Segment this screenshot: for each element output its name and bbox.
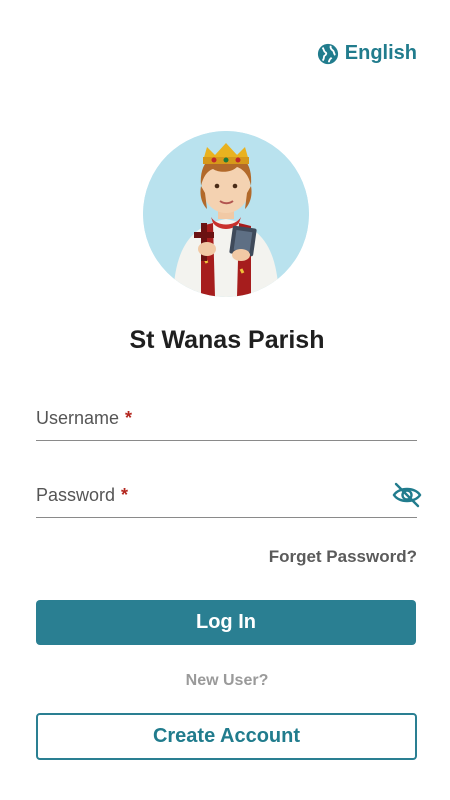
parish-avatar: [143, 131, 309, 297]
login-button[interactable]: Log In: [36, 600, 416, 645]
forgot-password-link[interactable]: Forget Password?: [269, 547, 417, 567]
password-field[interactable]: Password *: [36, 481, 422, 518]
language-selector[interactable]: English: [317, 42, 417, 65]
username-input[interactable]: [36, 404, 417, 440]
language-label: English: [344, 42, 417, 64]
parish-name: St Wanas Parish: [129, 326, 325, 354]
username-field[interactable]: Username *: [36, 404, 417, 441]
saint-avatar: [143, 131, 309, 297]
new-user-label: New User?: [185, 672, 269, 689]
create-account-button[interactable]: Create Account: [36, 713, 417, 760]
eye-off-icon[interactable]: [391, 481, 423, 514]
globe-icon: [317, 43, 339, 65]
password-input[interactable]: [36, 481, 417, 517]
